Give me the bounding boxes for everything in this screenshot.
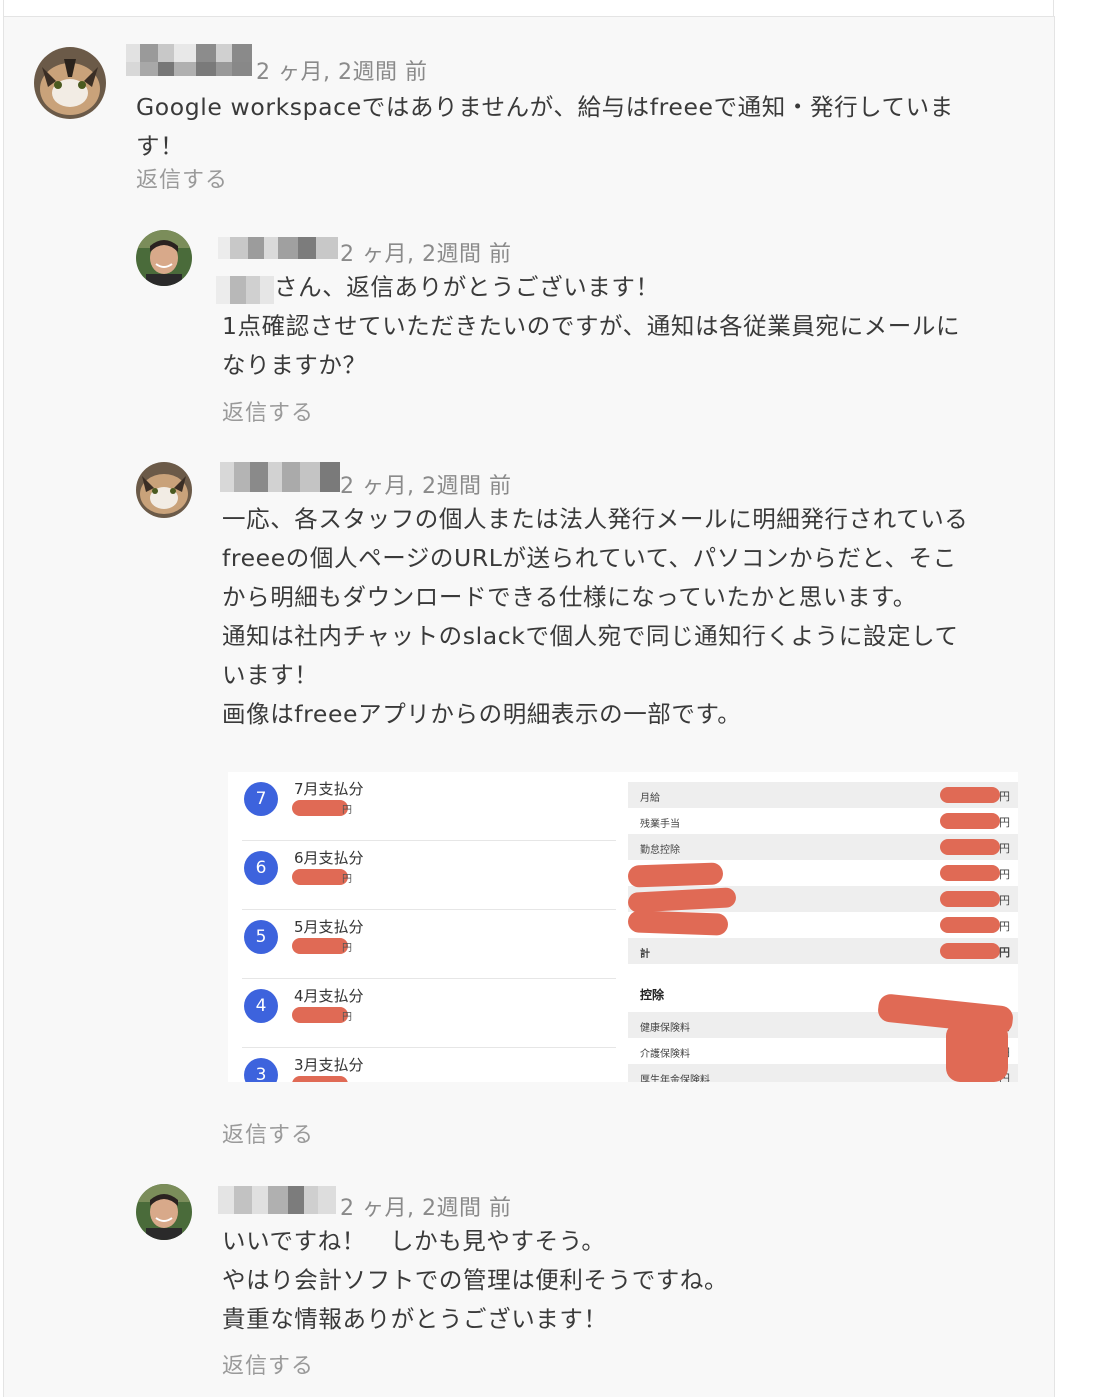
statement-total-row: 計 円 (628, 938, 1018, 964)
statement-row: 月給 円 (628, 782, 1018, 808)
payment-label: 4月支払分 (294, 987, 364, 1005)
panel-top (3, 0, 1054, 16)
month-badge: 3 (244, 1058, 278, 1082)
month-badge: 5 (244, 920, 278, 954)
payment-label: 6月支払分 (294, 849, 364, 867)
reply-button[interactable]: 返信する (222, 395, 314, 427)
redaction-mark (946, 1022, 1008, 1082)
payment-item[interactable]: 7 7月支払分 円 (242, 772, 616, 841)
statement-row: 勤怠控除 円 (628, 834, 1018, 860)
redacted-amount (940, 865, 1000, 881)
payment-item[interactable]: 6 6月支払分 円 (242, 841, 616, 910)
comment-timestamp: 2 ヶ月, 2週間 前 (340, 1196, 512, 1221)
comment-timestamp: 2 ヶ月, 2週間 前 (256, 60, 428, 85)
redacted-amount (940, 787, 1000, 803)
redacted-amount (940, 891, 1000, 907)
payment-item[interactable]: 4 4月支払分 円 (242, 979, 616, 1048)
deduction-header: 控除 (640, 988, 665, 1002)
author-name-redacted (218, 237, 338, 259)
comment-timestamp: 2 ヶ月, 2週間 前 (340, 242, 512, 267)
redacted-amount (292, 938, 348, 954)
month-badge: 6 (244, 851, 278, 885)
person-avatar-icon[interactable] (136, 230, 192, 286)
month-badge: 7 (244, 782, 278, 816)
cat-avatar-icon[interactable] (34, 47, 106, 119)
yen-unit: 円 (342, 1012, 352, 1023)
person-avatar-icon[interactable] (136, 1184, 192, 1240)
comment-body: さん、返信ありがとうございます！ 1点確認させていただきたいのですが、通知は各従… (222, 273, 961, 379)
statement-row: 残業手当 円 (628, 808, 1018, 834)
payment-item[interactable]: 5 5月支払分 円 (242, 910, 616, 979)
payment-list: 7 7月支払分 円 6 6月支払分 円 5 5月支払分 円 4 4月支払分 円 … (228, 772, 616, 1082)
cat-avatar-icon[interactable] (136, 462, 192, 518)
yen-unit: 円 (342, 805, 352, 816)
redacted-amount (940, 917, 1000, 933)
reply-button[interactable]: 返信する (222, 1348, 314, 1380)
comment-timestamp: 2 ヶ月, 2週間 前 (340, 474, 512, 499)
comment-body: いいですね！ しかも見やすそう。 やはり会計ソフトでの管理は便利そうですね。 貴… (222, 1227, 729, 1333)
comment-body: 一応、各スタッフの個人または法人発行メールに明細発行されている freeeの個人… (222, 505, 969, 728)
redacted-amount (940, 943, 1000, 959)
redacted-amount (940, 839, 1000, 855)
redacted-amount (940, 813, 1000, 829)
yen-unit: 円 (342, 943, 352, 954)
page-margin (1056, 0, 1102, 1386)
author-name-redacted (126, 62, 252, 76)
comment-body: Google workspaceではありませんが、給与はfreeeで通知・発行し… (136, 93, 954, 160)
author-name-redacted (218, 1186, 336, 1214)
payment-item[interactable]: 3 3月支払分 (242, 1048, 616, 1082)
payment-label: 7月支払分 (294, 780, 364, 798)
reply-button[interactable]: 返信する (136, 162, 228, 194)
redacted-amount (292, 800, 348, 816)
redaction-mark (627, 910, 729, 936)
redacted-amount (292, 1007, 348, 1023)
redaction-mark (627, 862, 724, 888)
payment-label: 3月支払分 (294, 1056, 364, 1074)
payment-label: 5月支払分 (294, 918, 364, 936)
month-badge: 4 (244, 989, 278, 1023)
redacted-amount (292, 1076, 348, 1082)
author-name-redacted (126, 44, 252, 62)
payslip-detail: 月給 円 残業手当 円 勤怠控除 円 円 円 円 計 円 控除 健康保険料 介護… (627, 772, 1018, 1082)
yen-unit: 円 (342, 874, 352, 885)
reply-button[interactable]: 返信する (222, 1117, 314, 1149)
redacted-amount (292, 869, 348, 885)
author-name-redacted (220, 462, 340, 492)
payslip-image-attachment[interactable]: 7 7月支払分 円 6 6月支払分 円 5 5月支払分 円 4 4月支払分 円 … (228, 772, 1018, 1082)
